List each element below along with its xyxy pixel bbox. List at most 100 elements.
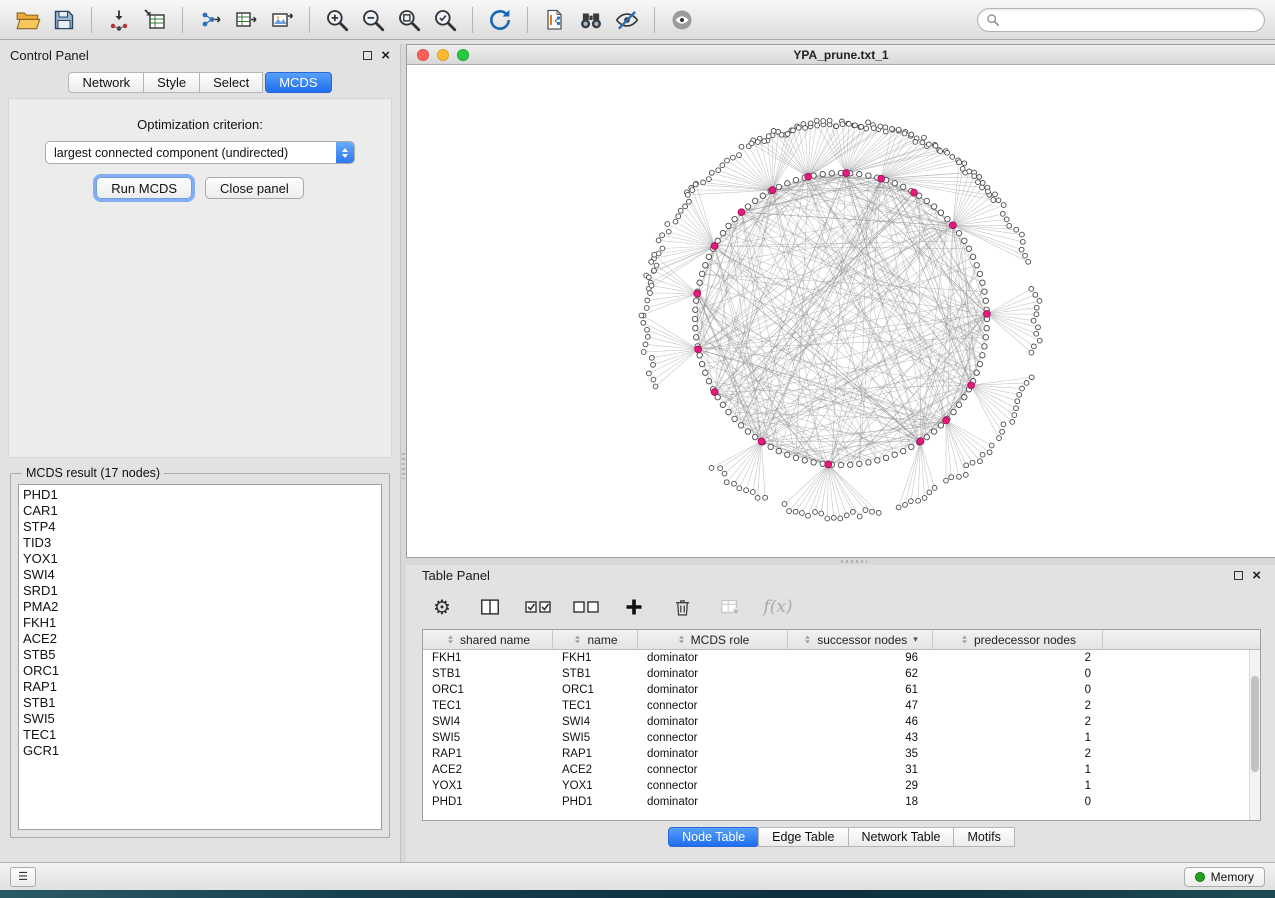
mcds-result-item[interactable]: SWI4	[23, 567, 381, 583]
column-header-shared-name[interactable]: shared name	[423, 630, 553, 649]
tab-select[interactable]: Select	[199, 72, 263, 93]
zoom-out-button[interactable]	[355, 4, 391, 36]
mcds-result-item[interactable]: STP4	[23, 519, 381, 535]
mcds-result-item[interactable]: ACE2	[23, 631, 381, 647]
mcds-result-item[interactable]: ORC1	[23, 663, 381, 679]
table-splitter[interactable]	[406, 558, 1275, 565]
tab-edge-table[interactable]: Edge Table	[758, 827, 848, 847]
memory-button[interactable]: Memory	[1184, 867, 1265, 887]
zoom-fit-button[interactable]	[391, 4, 427, 36]
criterion-dropdown[interactable]: largest connected component (undirected)	[45, 141, 355, 164]
tab-network-table[interactable]: Network Table	[848, 827, 955, 847]
column-visibility-button[interactable]	[476, 593, 504, 621]
column-header-successor-nodes[interactable]: successor nodes ▾	[788, 630, 933, 649]
table-cell: 0	[933, 668, 1103, 680]
save-session-button[interactable]	[46, 4, 82, 36]
hide-graphics-button[interactable]	[609, 4, 645, 36]
tab-network[interactable]: Network	[68, 72, 144, 93]
mcds-result-item[interactable]: YOX1	[23, 551, 381, 567]
table-row[interactable]: TEC1TEC1connector472	[423, 698, 1249, 714]
tab-style[interactable]: Style	[143, 72, 200, 93]
table-row[interactable]: STB1STB1dominator620	[423, 666, 1249, 682]
close-panel-icon[interactable]: ×	[1252, 568, 1261, 583]
mcds-result-item[interactable]: TID3	[23, 535, 381, 551]
main-toolbar	[0, 0, 1275, 40]
delete-column-button[interactable]	[668, 593, 696, 621]
zoom-in-button[interactable]	[319, 4, 355, 36]
network-canvas[interactable]	[407, 65, 1275, 557]
table-cell: 1	[933, 780, 1103, 792]
mcds-result-item[interactable]: RAP1	[23, 679, 381, 695]
export-table-icon	[234, 8, 258, 32]
export-network-button[interactable]	[192, 4, 228, 36]
clone-document-icon	[543, 8, 567, 32]
minimize-window-icon[interactable]	[437, 49, 449, 61]
table-cell: 62	[788, 668, 933, 680]
control-panel-tabs: Network Style Select MCDS	[0, 72, 400, 93]
search-input[interactable]	[1005, 13, 1256, 27]
table-cell: RAP1	[423, 748, 553, 760]
mcds-result-item[interactable]: SRD1	[23, 583, 381, 599]
find-button[interactable]	[573, 4, 609, 36]
create-column-button[interactable]	[620, 593, 648, 621]
tab-motifs[interactable]: Motifs	[953, 827, 1014, 847]
column-header-mcds-role[interactable]: MCDS role	[638, 630, 788, 649]
sort-icon	[676, 634, 687, 645]
export-table-button[interactable]	[228, 4, 264, 36]
mcds-result-item[interactable]: STB5	[23, 647, 381, 663]
table-row[interactable]: ORC1ORC1dominator610	[423, 682, 1249, 698]
show-graphics-button[interactable]	[664, 4, 700, 36]
table-cell: RAP1	[553, 748, 638, 760]
tab-node-table[interactable]: Node Table	[668, 827, 759, 847]
float-panel-icon[interactable]	[1234, 571, 1243, 580]
table-cell: SWI4	[423, 716, 553, 728]
table-scrollbar[interactable]	[1249, 650, 1260, 820]
open-file-button[interactable]	[10, 4, 46, 36]
panel-splitter[interactable]	[401, 44, 406, 862]
import-table-button[interactable]	[137, 4, 173, 36]
clone-network-button[interactable]	[537, 4, 573, 36]
table-row[interactable]: RAP1RAP1dominator352	[423, 746, 1249, 762]
trash-icon	[672, 597, 693, 618]
table-row[interactable]: PHD1PHD1dominator180	[423, 794, 1249, 810]
mcds-result-item[interactable]: GCR1	[23, 743, 381, 759]
search-box[interactable]	[977, 8, 1265, 32]
network-titlebar[interactable]: YPA_prune.txt_1	[407, 45, 1275, 65]
mcds-result-item[interactable]: TEC1	[23, 727, 381, 743]
column-header-predecessor-nodes[interactable]: predecessor nodes	[933, 630, 1103, 649]
scrollbar-thumb[interactable]	[1251, 676, 1259, 772]
close-panel-button[interactable]: Close panel	[205, 177, 304, 199]
table-cell: ORC1	[423, 684, 553, 696]
mcds-result-item[interactable]: PMA2	[23, 599, 381, 615]
tab-mcds[interactable]: MCDS	[265, 72, 331, 93]
mcds-result-item[interactable]: STB1	[23, 695, 381, 711]
mcds-result-item[interactable]: FKH1	[23, 615, 381, 631]
table-row[interactable]: YOX1YOX1connector291	[423, 778, 1249, 794]
refresh-button[interactable]	[482, 4, 518, 36]
table-row[interactable]: ACE2ACE2connector311	[423, 762, 1249, 778]
function-builder-button[interactable]: f(x)	[764, 593, 792, 621]
column-header-name[interactable]: name	[553, 630, 638, 649]
import-network-button[interactable]	[101, 4, 137, 36]
table-row[interactable]: SWI4SWI4dominator462	[423, 714, 1249, 730]
select-all-button[interactable]	[524, 593, 552, 621]
close-window-icon[interactable]	[417, 49, 429, 61]
gear-icon: ⚙	[433, 595, 451, 620]
mcds-result-list[interactable]: PHD1CAR1STP4TID3YOX1SWI4SRD1PMA2FKH1ACE2…	[18, 484, 382, 830]
unchecked-boxes-icon	[573, 599, 599, 615]
run-mcds-button[interactable]: Run MCDS	[96, 177, 192, 199]
table-row[interactable]: FKH1FKH1dominator962	[423, 650, 1249, 666]
zoom-selected-button[interactable]	[427, 4, 463, 36]
mcds-result-item[interactable]: CAR1	[23, 503, 381, 519]
table-settings-button[interactable]: ⚙	[428, 593, 456, 621]
export-image-button[interactable]	[264, 4, 300, 36]
mcds-result-item[interactable]: SWI5	[23, 711, 381, 727]
close-panel-icon[interactable]: ×	[381, 48, 390, 63]
panel-menu-button[interactable]: ☰	[10, 867, 36, 887]
float-panel-icon[interactable]	[363, 51, 372, 60]
toolbar-separator	[654, 7, 655, 33]
deselect-all-button[interactable]	[572, 593, 600, 621]
maximize-window-icon[interactable]	[457, 49, 469, 61]
mcds-result-item[interactable]: PHD1	[23, 487, 381, 503]
table-row[interactable]: SWI5SWI5connector431	[423, 730, 1249, 746]
